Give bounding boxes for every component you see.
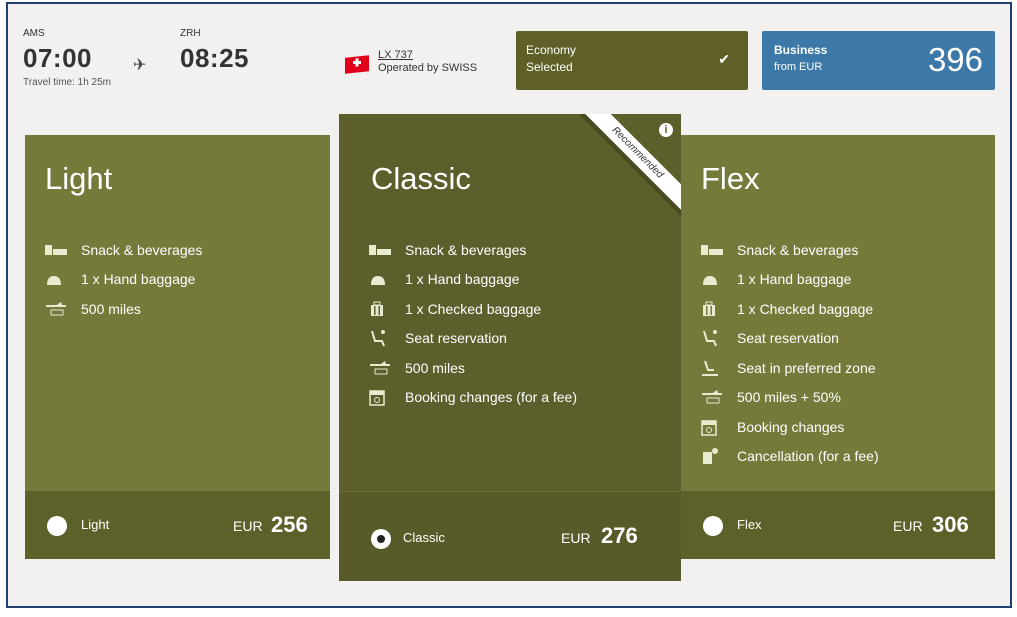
check-icon: ✔ <box>718 51 730 67</box>
info-icon[interactable]: i <box>659 123 673 137</box>
depart-time: 07:00 <box>23 43 92 73</box>
feature-item: Cancellation (for a fee) <box>701 442 879 472</box>
feature-text: Booking changes <box>737 418 845 435</box>
economy-status: Selected <box>526 60 573 74</box>
preferred-seat-icon <box>701 359 737 377</box>
feature-item: Snack & beverages <box>701 235 879 265</box>
price-amount: 276 <box>601 523 638 548</box>
fare-name: Light <box>45 161 113 196</box>
feature-item: Seat reservation <box>701 324 879 354</box>
fare-radio-flex[interactable] <box>703 516 723 536</box>
feature-item: Booking changes <box>701 412 879 442</box>
hand-baggage-icon <box>701 272 737 286</box>
feature-text: Seat reservation <box>737 330 839 347</box>
flight-offer-panel: AMS 07:00 ✈ ZRH 08:25 Travel time: 1h 25… <box>6 2 1012 608</box>
feature-item: 500 miles <box>369 353 577 383</box>
plane-icon: ✈ <box>133 57 147 74</box>
price-currency: EUR <box>561 530 591 546</box>
miles-icon <box>45 301 81 317</box>
dest-code: ZRH <box>180 28 201 39</box>
operator-text: Operated by SWISS <box>378 62 478 74</box>
feature-text: 1 x Checked baggage <box>737 300 874 317</box>
feature-list: Snack & beverages 1 x Hand baggage 1 x C… <box>369 235 577 412</box>
miles-icon <box>369 360 405 376</box>
flight-number-link[interactable]: LX 737 <box>378 49 413 61</box>
fare-card-classic[interactable]: Recommended i Classic Snack & beverages … <box>339 114 681 581</box>
price-amount: 306 <box>932 512 969 537</box>
checked-baggage-icon <box>701 301 737 317</box>
fare-radio-light[interactable] <box>47 516 67 536</box>
swiss-flag-icon <box>345 55 369 74</box>
price-currency: EUR <box>233 518 263 534</box>
feature-item: 500 miles <box>45 294 202 324</box>
economy-label: Economy <box>526 43 577 57</box>
feature-text: 1 x Hand baggage <box>737 271 852 288</box>
fare-name: Classic <box>371 161 471 196</box>
feature-text: Cancellation (for a fee) <box>737 448 879 465</box>
travel-time: Travel time: 1h 25m <box>23 77 111 88</box>
feature-text: 1 x Checked baggage <box>405 300 542 317</box>
feature-text: 1 x Hand baggage <box>405 271 520 288</box>
feature-text: Booking changes (for a fee) <box>405 389 577 406</box>
economy-cabin-button[interactable]: Economy Selected ✔ <box>516 31 748 90</box>
hand-baggage-icon <box>45 272 81 286</box>
feature-item: Seat reservation <box>369 324 577 354</box>
meal-icon <box>369 243 405 257</box>
fare-footer: Classic EUR 276 <box>339 491 681 581</box>
arrive-time: 08:25 <box>180 43 249 73</box>
fare-card-flex[interactable]: Flex Snack & beverages 1 x Hand baggage … <box>681 135 995 559</box>
feature-text: Snack & beverages <box>81 241 203 258</box>
feature-text: 500 miles + 50% <box>737 389 841 406</box>
miles-icon <box>701 389 737 405</box>
calendar-icon <box>701 418 737 436</box>
feature-item: 500 miles + 50% <box>701 383 879 413</box>
feature-text: Snack & beverages <box>405 241 527 258</box>
calendar-icon <box>369 388 405 406</box>
feature-item: Seat in preferred zone <box>701 353 879 383</box>
seat-icon <box>369 329 405 347</box>
business-from-label: from EUR <box>774 61 823 73</box>
feature-item: Snack & beverages <box>45 235 202 265</box>
origin-code: AMS <box>23 28 45 39</box>
feature-text: Snack & beverages <box>737 241 859 258</box>
fare-footer: Light EUR 256 <box>25 491 330 559</box>
meal-icon <box>45 243 81 257</box>
feature-text: Seat reservation <box>405 330 507 347</box>
feature-list: Snack & beverages 1 x Hand baggage 1 x C… <box>701 235 879 471</box>
feature-item: 1 x Checked baggage <box>369 294 577 324</box>
radio-label: Light <box>81 517 110 532</box>
business-label: Business <box>774 43 828 57</box>
feature-item: 1 x Hand baggage <box>45 265 202 295</box>
radio-label: Flex <box>737 517 762 532</box>
fare-footer: Flex EUR 306 <box>681 491 995 559</box>
seat-icon <box>701 329 737 347</box>
hand-baggage-icon <box>369 272 405 286</box>
checked-baggage-icon <box>369 301 405 317</box>
fare-name: Flex <box>701 161 760 196</box>
feature-text: 1 x Hand baggage <box>81 271 196 288</box>
feature-text: 500 miles <box>81 300 141 317</box>
radio-label: Classic <box>403 530 445 545</box>
feature-list: Snack & beverages 1 x Hand baggage 500 m… <box>45 235 202 324</box>
feature-item: 1 x Hand baggage <box>369 265 577 295</box>
feature-item: 1 x Hand baggage <box>701 265 879 295</box>
cancellation-icon <box>701 447 737 465</box>
business-cabin-button[interactable]: Business from EUR 396 <box>762 31 995 90</box>
price-amount: 256 <box>271 512 308 537</box>
feature-item: Snack & beverages <box>369 235 577 265</box>
feature-text: 500 miles <box>405 359 465 376</box>
price-currency: EUR <box>893 518 923 534</box>
fare-card-light[interactable]: Light Snack & beverages 1 x Hand baggage… <box>25 135 330 559</box>
fare-radio-classic[interactable] <box>371 529 391 549</box>
feature-item: Booking changes (for a fee) <box>369 383 577 413</box>
business-price: 396 <box>927 41 983 78</box>
feature-item: 1 x Checked baggage <box>701 294 879 324</box>
feature-text: Seat in preferred zone <box>737 359 876 376</box>
meal-icon <box>701 243 737 257</box>
